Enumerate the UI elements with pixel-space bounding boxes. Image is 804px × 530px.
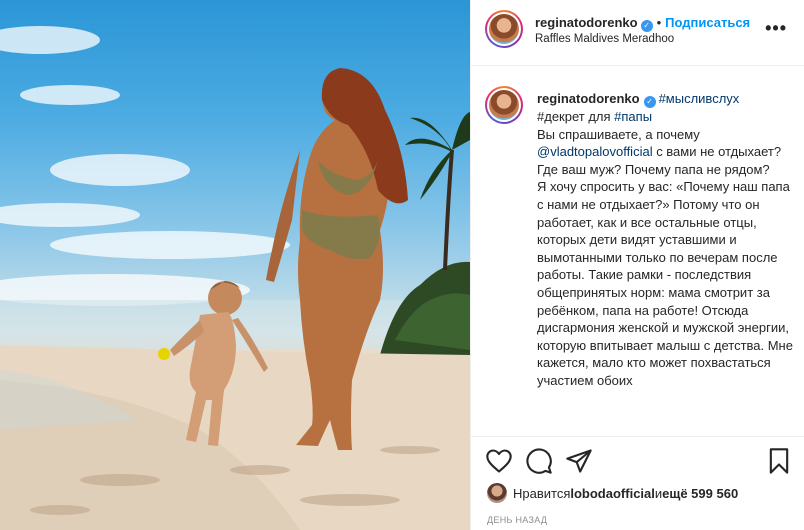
likes-count[interactable]: ещё 599 560: [662, 486, 738, 501]
verified-badge-icon: ✓: [643, 96, 656, 108]
post-caption: reginatodorenko ✓ #мысливслух #декрет для …: [537, 90, 795, 390]
follow-button[interactable]: Подписаться: [665, 15, 750, 30]
post-timestamp[interactable]: ДЕНЬ НАЗАД: [487, 515, 547, 525]
liker-username[interactable]: lobodaofficial: [570, 486, 655, 501]
post-photo[interactable]: [0, 0, 470, 530]
hashtag-link[interactable]: #папы: [614, 109, 652, 124]
author-avatar[interactable]: [485, 10, 523, 48]
caption-text: #декрет для: [537, 109, 615, 124]
post-location[interactable]: Raffles Maldives Meradhoo: [535, 33, 674, 45]
caption-text: Я хочу спросить у вас: «Почему наш папа …: [537, 179, 793, 388]
comment-icon[interactable]: [525, 447, 553, 475]
likes-prefix: Нравится: [513, 485, 571, 501]
comments-area[interactable]: reginatodorenko ✓ #мысливслух #декрет для …: [471, 78, 804, 436]
caption-text: Вы спрашиваете, а почему: [537, 126, 700, 142]
share-icon[interactable]: [565, 447, 593, 475]
more-options-button[interactable]: •••: [765, 18, 787, 39]
likes-summary: Нравится lobodaofficial и ещё 599 560: [487, 483, 738, 503]
post-actions-bar: Нравится lobodaofficial и ещё 599 560 ДЕ…: [471, 436, 804, 530]
post-side-panel: reginatodorenko ✓ • Подписаться Raffles Mal…: [470, 0, 804, 530]
author-username[interactable]: reginatodorenko: [535, 15, 638, 30]
mention-link[interactable]: @vladtopalovofficial: [537, 144, 653, 159]
likes-middle: и: [654, 485, 663, 501]
separator-dot: •: [656, 15, 662, 30]
header-title-row: reginatodorenko ✓ • Подписаться: [535, 14, 750, 32]
avatar-photo: [489, 90, 519, 120]
caption-username[interactable]: reginatodorenko: [537, 91, 640, 106]
caption-author-avatar[interactable]: [485, 86, 523, 124]
avatar-photo: [489, 14, 519, 44]
verified-badge-icon: ✓: [640, 20, 653, 32]
post-header: reginatodorenko ✓ • Подписаться Raffles Mal…: [471, 0, 804, 66]
bookmark-icon[interactable]: [765, 447, 793, 475]
beach-photo-illustration: [0, 26, 470, 530]
hashtag-link[interactable]: #мысливслух: [659, 91, 740, 106]
liker-avatar[interactable]: [487, 483, 507, 503]
heart-icon[interactable]: [485, 447, 513, 475]
